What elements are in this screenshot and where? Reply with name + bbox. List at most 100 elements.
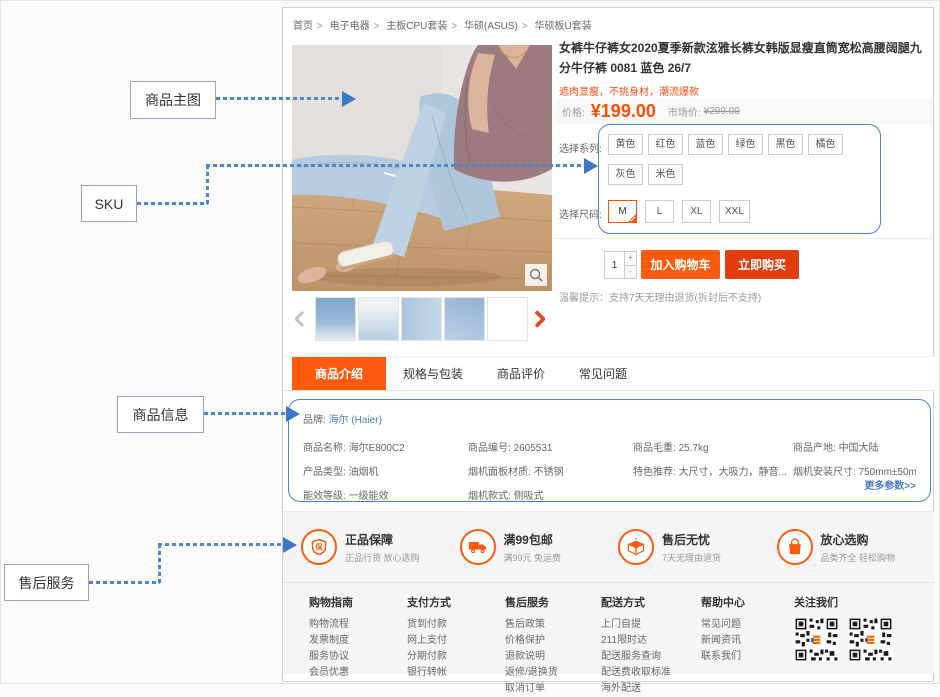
- zoom-magnifier-icon[interactable]: [525, 264, 547, 286]
- breadcrumb-separator: >: [522, 21, 528, 32]
- gift-box-icon: [618, 529, 654, 565]
- screenshot-canvas: 首页> 电子电器> 主板CPU套装> 华硕(ASUS)> 华硕板U套装>: [0, 0, 940, 684]
- footer-column-shopping-guide: 购物指南 购物流程发票制度服务协议会员优惠: [309, 594, 353, 681]
- breadcrumb-separator: >: [451, 21, 457, 32]
- breadcrumb: 首页> 电子电器> 主板CPU套装> 华硕(ASUS)> 华硕板U套装>: [293, 17, 592, 32]
- svg-text:保: 保: [314, 542, 323, 552]
- detail-tab[interactable]: 常见问题: [562, 357, 644, 390]
- breadcrumb-separator: >: [317, 21, 323, 32]
- service-badge: 售后无忧7天无理由退货: [618, 529, 777, 565]
- add-to-cart-button[interactable]: 加入购物车: [641, 250, 720, 279]
- truck-icon: [460, 529, 496, 565]
- footer-link[interactable]: 返修/退换货: [505, 665, 558, 681]
- footer-link[interactable]: 会员优惠: [309, 665, 353, 681]
- breadcrumb-item[interactable]: 首页: [293, 21, 313, 32]
- brand-link[interactable]: 海尔 (Haier): [329, 415, 382, 426]
- product-thumbnail[interactable]: [315, 297, 356, 341]
- product-thumbnail[interactable]: [444, 297, 485, 341]
- service-badges-strip: 保 正品保障正品行货 放心选购 满99包邮满99元 免运费 售后无忧7天无理由退…: [283, 511, 935, 582]
- footer-column-delivery: 配送方式 上门自提211限时达配送服务查询配送费收取标准海外配送: [601, 594, 671, 697]
- footer-link[interactable]: 取消订单: [505, 681, 558, 697]
- product-page-panel: 首页> 电子电器> 主板CPU套装> 华硕(ASUS)> 华硕板U套装>: [282, 7, 934, 682]
- price-row: 价格: ¥199.00 市场价: ¥299.00: [555, 99, 932, 124]
- product-promo-text: 遮肉显瘦，不挑身材，潮流爆款: [559, 83, 699, 98]
- breadcrumb-item[interactable]: 电子电器: [330, 21, 370, 32]
- buy-now-button[interactable]: 立即购买: [725, 250, 799, 279]
- qr-code: [794, 617, 839, 662]
- detail-tab[interactable]: 商品评价: [480, 357, 562, 390]
- product-thumbnail[interactable]: [401, 297, 442, 341]
- detail-tab[interactable]: 商品介绍: [292, 357, 386, 390]
- detail-tabs: 商品介绍规格与包装商品评价常见问题: [283, 356, 935, 391]
- footer-link[interactable]: 联系我们: [701, 649, 745, 665]
- product-photo-illustration: [292, 45, 552, 291]
- return-policy-notice: 温馨提示：支持7天无理由退货(拆封后不支持): [559, 289, 761, 304]
- footer-link[interactable]: 211限时达: [601, 633, 671, 649]
- spec-field: 烟机安装尺寸: 750mm±50mm (烟...: [793, 463, 916, 478]
- spec-grid: 商品名称: 海尔E800C2 商品编号: 2605531 商品毛重: 25.7k…: [303, 439, 916, 502]
- footer-link[interactable]: 配送费收取标准: [601, 665, 671, 681]
- series-option[interactable]: 橘色: [808, 134, 843, 155]
- product-title: 女裤牛仔裤女2020夏季新款泫雅长裤女韩版显瘦直筒宽松高腰阔腿九分牛仔裤 008…: [559, 39, 931, 79]
- series-option[interactable]: 黑色: [768, 134, 803, 155]
- breadcrumb-item[interactable]: 主板CPU套装: [386, 21, 447, 32]
- annotation-connector: [206, 165, 209, 205]
- footer-link[interactable]: 海外配送: [601, 681, 671, 697]
- market-price-value: ¥299.00: [704, 106, 740, 117]
- shield-badge-icon: 保: [301, 529, 337, 565]
- detail-tab[interactable]: 规格与包装: [386, 357, 480, 390]
- footer-link[interactable]: 售后政策: [505, 617, 558, 633]
- quantity-decrease-button[interactable]: -: [625, 266, 636, 279]
- spec-field: 特色推荐: 大尺寸，大吸力，静音...: [633, 463, 793, 478]
- breadcrumb-separator: >: [374, 21, 380, 32]
- annotation-connector: [158, 543, 283, 546]
- series-option[interactable]: 米色: [648, 164, 683, 185]
- chevron-right-icon[interactable]: [532, 296, 546, 342]
- service-badge: 放心选购品类齐全 轻松购物: [777, 529, 936, 565]
- footer-link[interactable]: 发票制度: [309, 633, 353, 649]
- quantity-input[interactable]: [605, 252, 624, 278]
- series-option[interactable]: 灰色: [608, 164, 643, 185]
- breadcrumb-item[interactable]: 华硕板U套装: [535, 21, 592, 32]
- size-options: ML XL XXL: [608, 200, 750, 223]
- size-option[interactable]: L: [645, 200, 674, 223]
- footer-link[interactable]: 退款说明: [505, 649, 558, 665]
- size-option[interactable]: XL: [682, 200, 711, 223]
- footer-link[interactable]: 上门自提: [601, 617, 671, 633]
- footer-link[interactable]: 网上支付: [407, 633, 451, 649]
- series-option[interactable]: 红色: [648, 134, 683, 155]
- annotation-label-product-info: 商品信息: [117, 396, 204, 433]
- footer-link[interactable]: 配送服务查询: [601, 649, 671, 665]
- size-option[interactable]: XXL: [719, 200, 750, 223]
- footer-link[interactable]: 价格保护: [505, 633, 558, 649]
- service-badge: 保 正品保障正品行货 放心选购: [301, 529, 460, 565]
- footer-link[interactable]: 分期付款: [407, 649, 451, 665]
- breadcrumb-item[interactable]: 华硕(ASUS): [464, 21, 518, 32]
- footer-link[interactable]: 新闻资讯: [701, 633, 745, 649]
- footer-column-payment: 支付方式 货到付款网上支付分期付款银行转帐: [407, 594, 451, 681]
- footer-link[interactable]: 购物流程: [309, 617, 353, 633]
- footer-link[interactable]: 货到付款: [407, 617, 451, 633]
- size-option[interactable]: M: [608, 200, 637, 223]
- quantity-increase-button[interactable]: +: [625, 252, 636, 266]
- more-params-link[interactable]: 更多参数>>: [864, 477, 916, 492]
- spec-field: 烟机款式: 侧吸式: [468, 487, 633, 502]
- series-option[interactable]: 蓝色: [688, 134, 723, 155]
- series-option[interactable]: 黄色: [608, 134, 643, 155]
- product-main-image[interactable]: [292, 45, 552, 291]
- product-thumbnail[interactable]: [487, 297, 528, 341]
- footer-link[interactable]: 常见问题: [701, 617, 745, 633]
- qr-code: [848, 617, 893, 662]
- brand-label: 品牌:: [303, 415, 326, 426]
- series-options: 黄色红色蓝色绿色黑色橘色灰色米色: [608, 134, 856, 185]
- shopping-bag-icon: [777, 529, 813, 565]
- chevron-left-icon[interactable]: [292, 296, 306, 342]
- series-option[interactable]: 绿色: [728, 134, 763, 155]
- spec-field: 商品毛重: 25.7kg: [633, 439, 793, 454]
- footer-column-help: 帮助中心 常见问题新闻资讯联系我们: [701, 594, 745, 665]
- footer-link[interactable]: 银行转帐: [407, 665, 451, 681]
- footer-link[interactable]: 服务协议: [309, 649, 353, 665]
- product-info-box: 品牌: 海尔 (Haier) 商品名称: 海尔E800C2 商品编号: 2605…: [288, 399, 931, 502]
- spec-field: 商品产地: 中国大陆: [793, 439, 916, 454]
- product-thumbnail[interactable]: [358, 297, 399, 341]
